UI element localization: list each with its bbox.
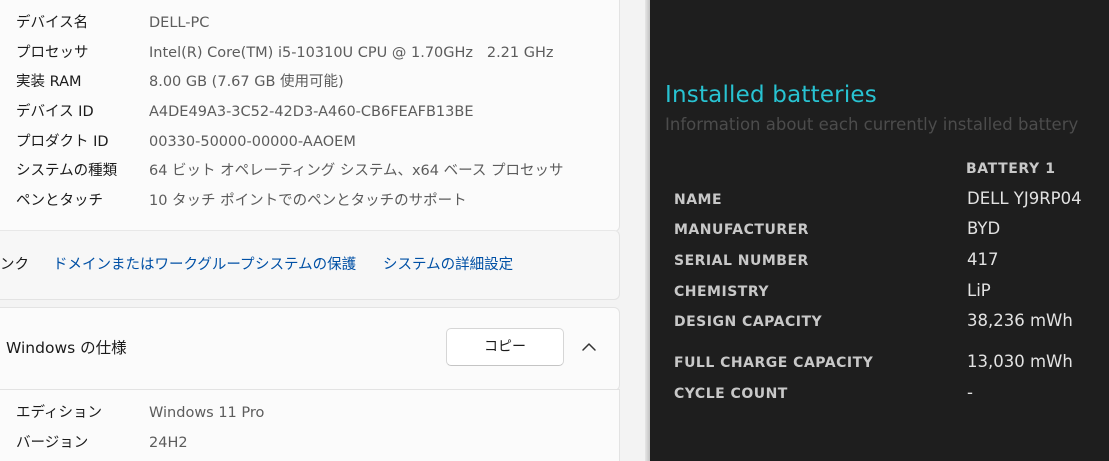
battery-value: 13,030 mWh [967, 352, 1073, 371]
spec-label: バージョン [16, 435, 89, 451]
battery-label: FULL CHARGE CAPACITY [674, 355, 874, 371]
domain-workgroup-link[interactable]: ドメインまたはワークグループ [53, 252, 255, 278]
related-links-label: ンク [0, 257, 29, 273]
system-settings-panel: デバイス名 DELL-PC プロセッサ Intel(R) Core(TM) i5… [0, 0, 650, 461]
battery-label: CYCLE COUNT [674, 386, 788, 402]
spec-value: 64 ビット オペレーティング システム、x64 ベース プロセッサ [149, 163, 564, 179]
battery-row-manufacturer: MANUFACTURER BYD [650, 219, 1109, 243]
windows-spec-title: Windows の仕様 [6, 339, 127, 357]
spec-label: プロセッサ [16, 45, 89, 61]
battery-value: - [967, 383, 973, 402]
spec-value: DELL-PC [149, 15, 210, 31]
system-protection-link[interactable]: システムの保護 [255, 252, 356, 278]
battery-value: 38,236 mWh [967, 311, 1073, 330]
spec-value: 24H2 [149, 435, 188, 451]
spec-value: 10 タッチ ポイントでのペンとタッチのサポート [149, 193, 467, 209]
copy-button[interactable]: コピー [446, 328, 564, 366]
battery-row-serial-number: SERIAL NUMBER 417 [650, 250, 1109, 274]
battery-value: DELL YJ9RP04 [967, 189, 1082, 208]
battery-value: 417 [967, 250, 999, 269]
spec-label: ペンとタッチ [16, 193, 103, 209]
battery-row-full-charge-capacity: FULL CHARGE CAPACITY 13,030 mWh [650, 352, 1109, 376]
battery-value: BYD [967, 219, 1001, 238]
spec-label: プロダクト ID [16, 134, 109, 150]
battery-report-panel: Installed batteries Information about ea… [650, 0, 1109, 461]
spec-value: 00330-50000-00000-AAOEM [149, 134, 356, 150]
battery-label: SERIAL NUMBER [674, 253, 809, 269]
battery-label: CHEMISTRY [674, 284, 769, 300]
battery-label: DESIGN CAPACITY [674, 314, 823, 330]
battery-label: MANUFACTURER [674, 222, 809, 238]
spec-value: A4DE49A3-3C52-42D3-A460-CB6FEAFB13BE [149, 104, 474, 120]
chevron-up-icon[interactable] [578, 336, 600, 358]
spec-value: 8.00 GB (7.67 GB 使用可能) [149, 74, 344, 90]
spec-label: 実装 RAM [16, 74, 82, 90]
battery-row-chemistry: CHEMISTRY LiP [650, 281, 1109, 305]
battery-label: NAME [674, 192, 723, 208]
advanced-system-settings-link[interactable]: システムの詳細設定 [383, 252, 513, 278]
spec-value: Intel(R) Core(TM) i5-10310U CPU @ 1.70GH… [149, 45, 554, 61]
battery-row-design-capacity: DESIGN CAPACITY 38,236 mWh [650, 311, 1109, 335]
battery-row-name: NAME DELL YJ9RP04 [650, 189, 1109, 213]
battery-value: LiP [967, 281, 991, 300]
battery-row-cycle-count: CYCLE COUNT - [650, 383, 1109, 407]
spec-value: Windows 11 Pro [149, 405, 265, 421]
battery-column-header: BATTERY 1 [966, 161, 1056, 177]
installed-batteries-title: Installed batteries [665, 82, 877, 108]
spec-label: システムの種類 [16, 163, 118, 179]
spec-label: デバイス ID [16, 104, 94, 120]
spec-label: デバイス名 [16, 15, 89, 31]
spec-label: エディション [16, 405, 102, 421]
installed-batteries-subtitle: Information about each currently install… [665, 115, 1079, 134]
